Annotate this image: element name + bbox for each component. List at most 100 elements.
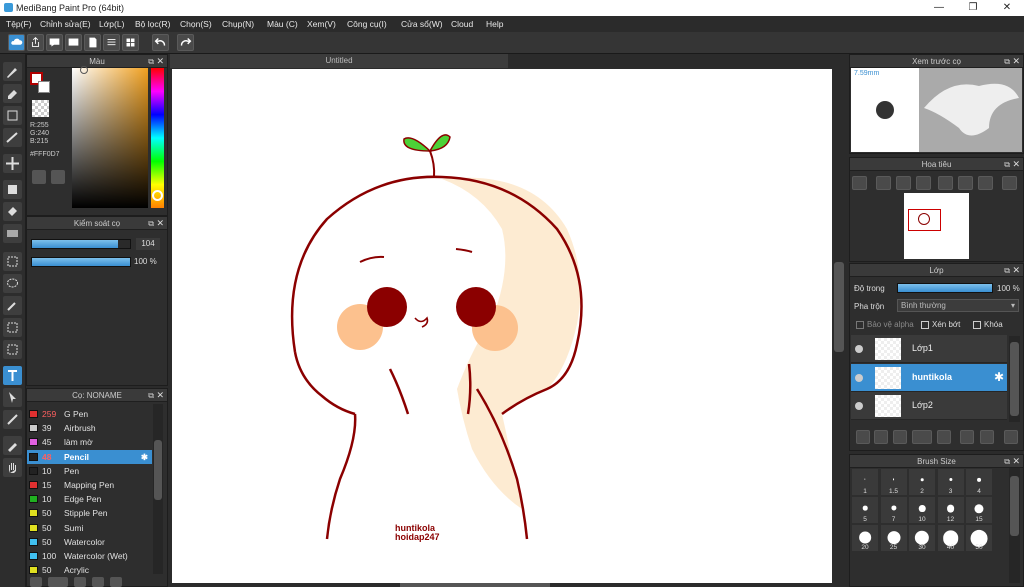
canvas-horizontal-scroll-thumb[interactable] — [400, 583, 550, 587]
layer-row[interactable]: Lớp1 — [851, 335, 1007, 363]
document-icon[interactable] — [84, 34, 101, 51]
menu-select[interactable]: Chọn(S) — [180, 19, 212, 29]
add-brush-icon[interactable] — [30, 577, 42, 587]
brush-item[interactable]: #222222 48 Pencil ✱ — [27, 449, 152, 464]
pin-icon[interactable]: ⧉ — [148, 217, 154, 230]
copy-brush-icon[interactable] — [74, 577, 86, 587]
gear-icon[interactable]: ✱ — [994, 370, 1004, 384]
brush-size-option[interactable]: 1 — [852, 469, 878, 495]
brush-list-scrollbar[interactable] — [153, 404, 163, 574]
drawing-canvas[interactable]: huntikola hoidap247 — [172, 69, 832, 583]
folder-icon[interactable] — [92, 577, 104, 587]
close-icon[interactable]: ✕ — [1012, 158, 1020, 171]
close-icon[interactable]: ✕ — [1012, 264, 1020, 277]
transparent-color-swatch[interactable] — [32, 100, 49, 117]
gradient-tool-icon[interactable] — [3, 224, 22, 243]
brush-size-option[interactable]: 2 — [909, 469, 935, 495]
brush-item[interactable]: #20b020 10 Edge Pen — [27, 492, 152, 506]
merge-layer-icon[interactable] — [980, 430, 994, 444]
zoom-in-alt-icon[interactable] — [876, 176, 891, 190]
menu-color[interactable]: Màu (C) — [267, 19, 298, 29]
layer-menu-icon[interactable] — [912, 430, 932, 444]
magic-wand-icon[interactable] — [3, 296, 22, 315]
menu-capture[interactable]: Chụp(N) — [222, 19, 254, 29]
brush-size-option[interactable]: 4 — [966, 469, 992, 495]
brush-size-option[interactable]: 5 — [852, 497, 878, 523]
brush-item[interactable]: #40c0f0 50 Watercolor — [27, 535, 152, 549]
palette-icon[interactable] — [32, 170, 46, 184]
navigator-thumbnail[interactable] — [904, 193, 969, 259]
brush-size-option[interactable]: 3 — [937, 469, 964, 495]
lock-option[interactable]: Khóa — [973, 320, 1003, 329]
close-icon[interactable]: ✕ — [156, 217, 164, 230]
new-halftone-layer-icon[interactable] — [874, 430, 888, 444]
layer-row[interactable]: huntikola ✱ — [851, 363, 1007, 392]
menu-file[interactable]: Tệp(F) — [6, 19, 32, 29]
duplicate-layer-icon[interactable] — [960, 430, 974, 444]
rotate-left-icon[interactable] — [938, 176, 953, 190]
select-tool-icon[interactable] — [3, 252, 22, 271]
brush-size-option[interactable]: 20 — [852, 525, 878, 551]
eye-icon[interactable] — [855, 373, 863, 382]
trash-icon[interactable] — [1004, 430, 1018, 444]
menu-filter[interactable]: Bộ lọc(R) — [135, 19, 170, 29]
menu-tools[interactable]: Công cụ(I) — [347, 19, 387, 29]
minimize-button[interactable]: — — [922, 0, 956, 16]
brush-opacity-slider[interactable] — [31, 257, 131, 267]
brush-size-scrollbar[interactable] — [1009, 468, 1020, 583]
grid-icon[interactable] — [122, 34, 139, 51]
hue-slider[interactable] — [151, 68, 164, 208]
message-icon[interactable] — [65, 34, 82, 51]
comment-icon[interactable] — [46, 34, 63, 51]
pin-icon[interactable]: ⧉ — [1004, 55, 1010, 68]
lasso-tool-icon[interactable] — [3, 274, 22, 293]
text-tool-icon[interactable] — [3, 366, 22, 385]
new-layer-icon[interactable] — [856, 430, 870, 444]
eraser-tool-icon[interactable] — [3, 84, 22, 103]
hue-slider-handle[interactable] — [152, 190, 163, 201]
divide-tool-icon[interactable] — [3, 410, 22, 429]
color-picker-cursor[interactable] — [80, 66, 88, 74]
close-icon[interactable]: ✕ — [156, 55, 164, 68]
operation-tool-icon[interactable] — [3, 388, 22, 407]
brush-size-option[interactable]: 15 — [966, 497, 992, 523]
rectangle-tool-icon[interactable] — [3, 106, 22, 125]
reset-view-icon[interactable] — [958, 176, 973, 190]
menu-layer[interactable]: Lớp(L) — [99, 19, 124, 29]
document-tab[interactable]: Untitled — [170, 54, 508, 68]
brush-item[interactable]: #40c0f0 100 Watercolor (Wet) — [27, 549, 152, 563]
layer-list-scrollbar[interactable] — [1009, 336, 1020, 422]
brush-item[interactable]: #cccccc 39 Airbrush — [27, 421, 152, 435]
brush-size-value[interactable]: 104 — [136, 238, 160, 250]
rotate-right-icon[interactable] — [978, 176, 993, 190]
flip-icon[interactable] — [1002, 176, 1017, 190]
close-icon[interactable]: ✕ — [1012, 455, 1020, 468]
new-8bit-layer-icon[interactable] — [893, 430, 907, 444]
brush-item[interactable]: #e03030 15 Mapping Pen — [27, 478, 152, 492]
gear-icon[interactable]: ✱ — [141, 450, 148, 464]
cloud-icon[interactable] — [8, 34, 25, 51]
folder-icon[interactable] — [937, 430, 951, 444]
color-wheel-icon[interactable] — [51, 170, 65, 184]
move-tool-icon[interactable] — [3, 154, 22, 173]
hand-tool-icon[interactable] — [3, 458, 22, 477]
brush-item[interactable]: #e03030 259 G Pen — [27, 407, 152, 421]
pin-icon[interactable]: ⧉ — [1004, 455, 1010, 468]
brush-size-option[interactable]: 12 — [937, 497, 964, 523]
fit-screen-icon[interactable] — [896, 176, 911, 190]
close-icon[interactable]: ✕ — [1012, 55, 1020, 68]
brush-size-option[interactable]: 1.5 — [880, 469, 907, 495]
list-icon[interactable] — [103, 34, 120, 51]
brush-item[interactable]: #e0e020 50 Acrylic — [27, 563, 152, 577]
eye-icon[interactable] — [855, 345, 863, 353]
brush-item[interactable]: #e0e020 50 Sumi — [27, 521, 152, 535]
blend-mode-select[interactable]: Bình thường ▾ — [897, 299, 1019, 312]
redo-icon[interactable] — [177, 34, 194, 51]
pin-icon[interactable]: ⧉ — [148, 55, 154, 68]
maximize-button[interactable]: ❐ — [956, 0, 990, 16]
pin-icon[interactable]: ⧉ — [1004, 264, 1010, 277]
pin-icon[interactable]: ⧉ — [1004, 158, 1010, 171]
secondary-color-swatch[interactable] — [38, 81, 50, 93]
brush-size-option[interactable]: 50 — [966, 525, 992, 551]
zoom-in-icon[interactable] — [852, 176, 867, 190]
